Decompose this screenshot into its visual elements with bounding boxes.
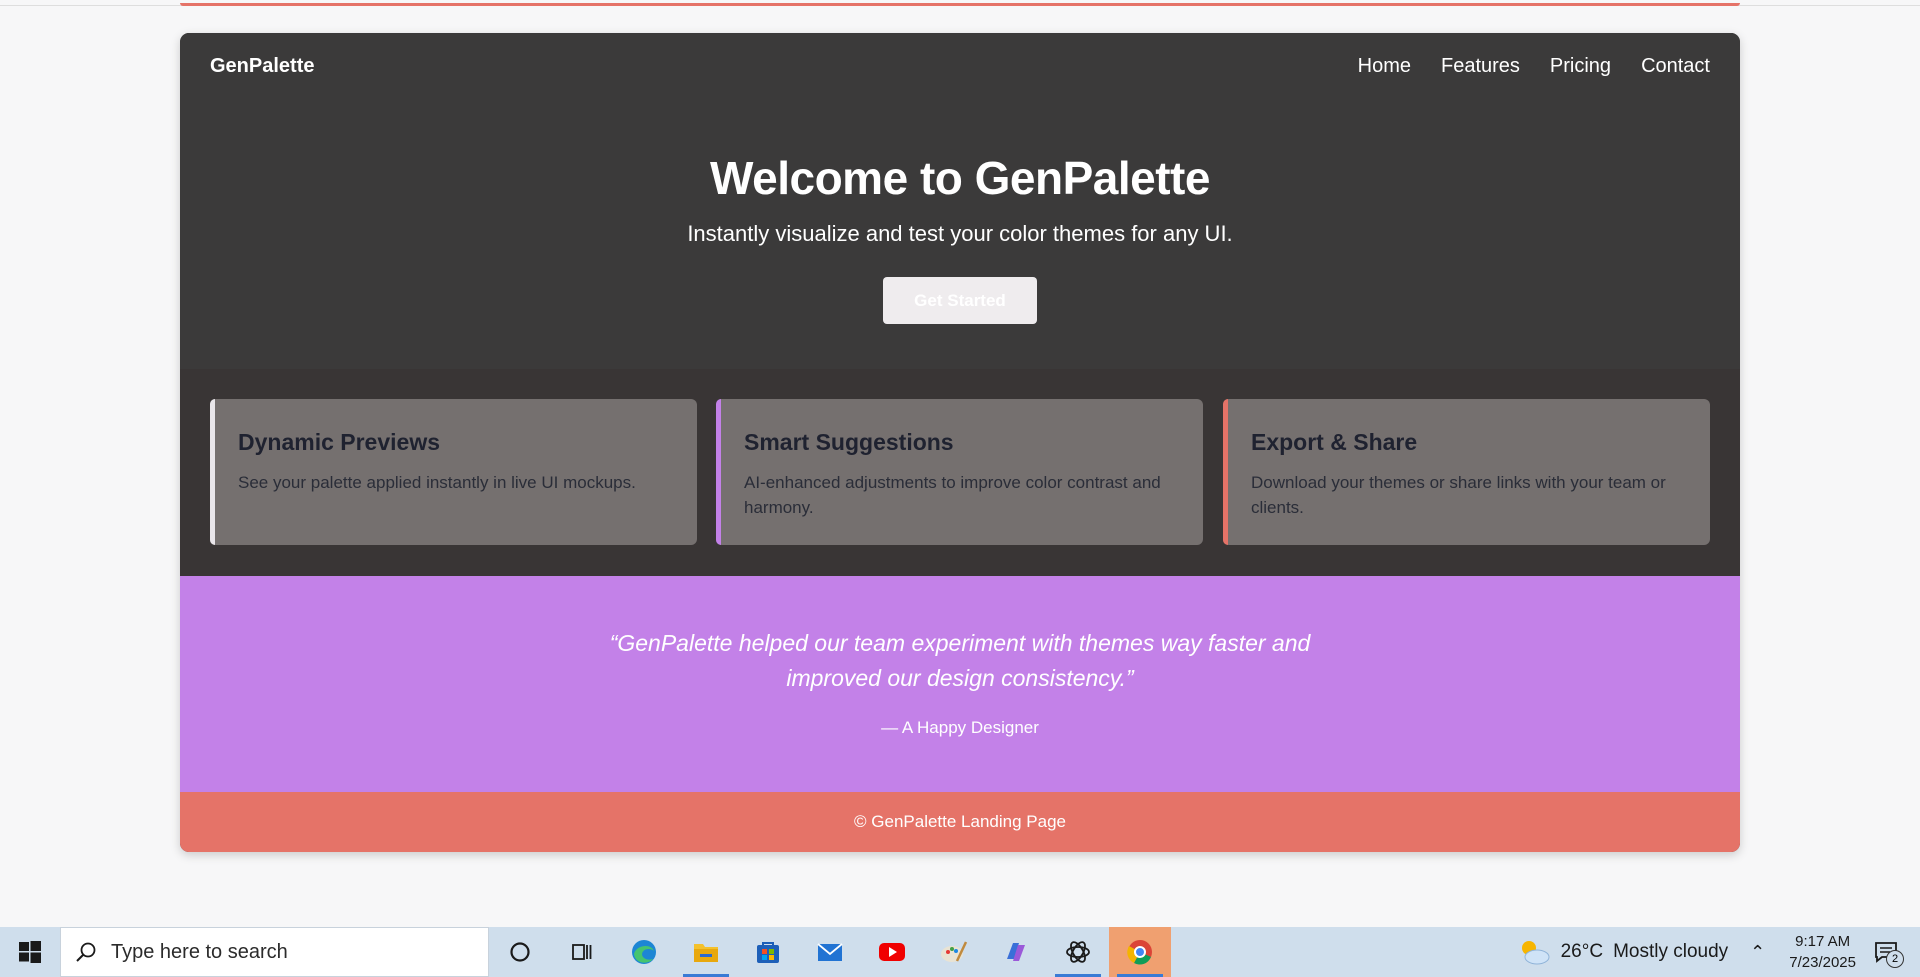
testimonial-section: “GenPalette helped our team experiment w… [180,576,1740,792]
clock-time: 9:17 AM [1795,933,1851,950]
feature-title: Dynamic Previews [238,429,441,455]
chatgpt-icon[interactable] [1047,927,1109,977]
youtube-icon[interactable] [861,927,923,977]
features-section: Dynamic Previews See your palette applie… [180,369,1740,576]
site-footer: © GenPalette Landing Page [180,792,1740,852]
windows-taskbar: 26°C Mostly cloudy ⌃ 9:17 AM 7/23/2025 2 [0,927,1920,977]
file-explorer-icon[interactable] [675,927,737,977]
weather-desc: Mostly cloudy [1613,941,1729,962]
search-icon [76,942,96,962]
notification-center[interactable]: 2 [1866,940,1906,968]
search-input[interactable] [111,940,451,964]
card-accent-bar [716,399,721,545]
weather-widget[interactable]: 26°C Mostly cloudy [1517,937,1729,967]
main-nav: Home Features Pricing Contact [1358,55,1710,78]
cloudy-weather-icon [1521,941,1550,965]
previous-section-edge [0,0,1920,6]
card-accent-bar [1223,399,1228,545]
feature-card-dynamic-previews: Dynamic Previews See your palette applie… [210,399,697,545]
nav-contact[interactable]: Contact [1641,55,1710,78]
landing-page: GenPalette Home Features Pricing Contact… [180,33,1740,852]
notification-count: 2 [1886,950,1904,968]
paint-icon[interactable] [923,927,985,977]
taskbar-search[interactable] [60,927,489,977]
hero-title: Welcome to GenPalette [710,152,1210,204]
hero-section: GenPalette Home Features Pricing Contact… [180,33,1740,369]
mail-icon[interactable] [799,927,861,977]
chevron-up-icon[interactable]: ⌃ [1750,942,1765,963]
chrome-icon[interactable] [1109,927,1171,977]
feature-title: Export & Share [1251,429,1418,455]
windows-logo-icon [19,941,41,963]
brand-logo[interactable]: GenPalette [210,55,314,78]
feature-card-export-share: Export & Share Download your themes or s… [1223,399,1710,545]
feature-text: AI-enhanced adjustments to improve color… [744,473,1161,517]
nav-home[interactable]: Home [1358,55,1411,78]
nav-features[interactable]: Features [1441,55,1520,78]
store-icon[interactable] [737,927,799,977]
task-view-icon[interactable] [551,927,613,977]
testimonial-author: — A Happy Designer [881,718,1039,737]
nav-pricing[interactable]: Pricing [1550,55,1611,78]
edge-icon[interactable] [613,927,675,977]
feature-text: Download your themes or share links with… [1251,473,1666,517]
feature-text: See your palette applied instantly in li… [238,473,636,492]
testimonial-quote: “GenPalette helped our team experiment w… [609,630,1311,691]
feature-card-smart-suggestions: Smart Suggestions AI-enhanced adjustment… [716,399,1203,545]
clock-date: 7/23/2025 [1789,954,1856,971]
cortana-icon[interactable] [489,927,551,977]
copilot-icon[interactable] [985,927,1047,977]
weather-temp: 26°C [1560,941,1604,962]
start-button[interactable] [0,927,60,977]
get-started-button[interactable]: Get Started [883,277,1037,324]
system-tray: 26°C Mostly cloudy ⌃ 9:17 AM 7/23/2025 2 [1517,927,1920,977]
clock[interactable]: 9:17 AM 7/23/2025 [1789,931,1856,973]
feature-title: Smart Suggestions [744,429,954,455]
taskbar-apps [489,927,1171,977]
hero-subtitle: Instantly visualize and test your color … [687,221,1233,246]
card-accent-bar [210,399,215,545]
